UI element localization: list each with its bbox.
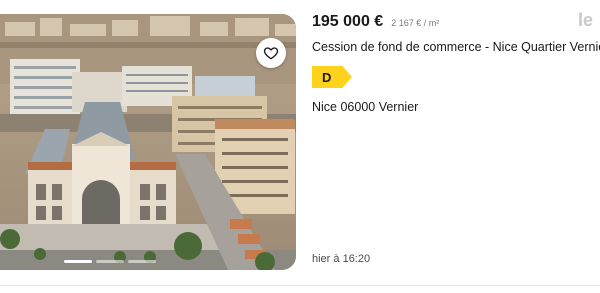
pagination-dot[interactable] xyxy=(64,260,92,263)
listing-price: 195 000 € xyxy=(312,13,384,30)
pagination-dot[interactable] xyxy=(128,260,156,263)
listing-photo[interactable] xyxy=(0,14,296,270)
listing-title[interactable]: Cession de fond de commerce - Nice Quart… xyxy=(312,40,600,54)
price-per-m2: 2 167 € / m² xyxy=(391,18,440,28)
listing-location: Nice 06000 Vernier xyxy=(312,100,419,114)
heart-icon xyxy=(263,47,279,60)
brand-logo: le xyxy=(578,10,594,30)
listing-card[interactable]: 195 000 € 2 167 € / m² le Cession de fon… xyxy=(0,0,600,285)
pagination-dot[interactable] xyxy=(96,260,124,263)
energy-class-badge: D xyxy=(312,66,352,88)
listing-date: hier à 16:20 xyxy=(312,253,371,265)
city-aerial-image xyxy=(0,14,296,270)
favorite-button[interactable] xyxy=(256,38,286,68)
photo-pagination xyxy=(64,260,156,263)
divider xyxy=(0,285,600,286)
price-row: 195 000 € 2 167 € / m² xyxy=(312,13,439,31)
